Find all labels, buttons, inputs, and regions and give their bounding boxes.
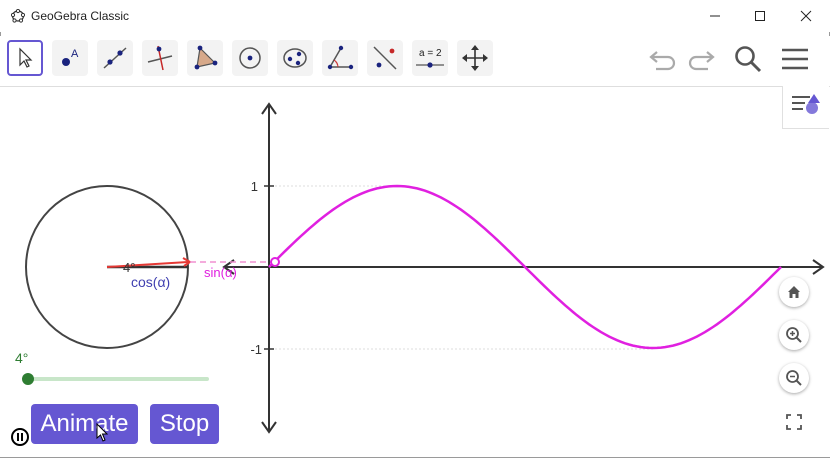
curve-point[interactable] [270, 257, 280, 267]
move-graphics-tool[interactable] [457, 40, 493, 76]
search-button[interactable] [733, 44, 763, 74]
style-bar-icon [792, 94, 820, 114]
zoom-out-button[interactable] [779, 363, 809, 393]
cos-label: cos(α) [131, 274, 170, 290]
maximize-button[interactable] [737, 0, 783, 32]
toolbar: A a = 2 [0, 36, 830, 86]
maximize-icon [755, 11, 765, 21]
perpendicular-line-tool[interactable] [142, 40, 178, 76]
graphics-view[interactable]: 1 -1 4° cos(α) sin(α) 4° [0, 87, 830, 457]
move-tool[interactable] [7, 40, 43, 76]
pause-animation-button[interactable] [11, 428, 29, 446]
reflect-tool[interactable] [367, 40, 403, 76]
reflect-icon [373, 46, 397, 70]
arrow-cursor-icon [19, 47, 33, 68]
y-tick-label-neg1: -1 [250, 342, 262, 357]
zoom-out-icon [786, 370, 802, 386]
circle-center-icon [239, 47, 261, 69]
stop-button[interactable]: Stop [150, 404, 219, 444]
close-icon [800, 10, 812, 22]
title-bar: GeoGebra Classic [0, 0, 830, 32]
window-title: GeoGebra Classic [31, 9, 130, 23]
close-button[interactable] [783, 0, 829, 32]
geogebra-logo-icon [11, 9, 25, 23]
point-icon: A [62, 48, 79, 66]
slider-icon: a = 2 [416, 48, 444, 68]
perpendicular-icon [147, 45, 173, 71]
zoom-in-icon [786, 327, 802, 343]
minimize-icon [710, 15, 720, 17]
search-icon [735, 46, 762, 73]
y-tick-label-1: 1 [251, 179, 258, 194]
slider-knob[interactable] [22, 373, 34, 385]
move-arrows-icon [462, 45, 488, 71]
zoom-in-button[interactable] [779, 320, 809, 350]
fullscreen-icon [786, 414, 802, 430]
home-view-button[interactable] [779, 277, 809, 307]
menu-button[interactable] [780, 44, 810, 74]
slider-tool[interactable]: a = 2 [412, 40, 448, 76]
pause-icon-bar [21, 433, 23, 441]
undo-button[interactable] [648, 44, 678, 74]
minimize-button[interactable] [692, 0, 738, 32]
angle-icon [327, 45, 354, 70]
fullscreen-button[interactable] [779, 407, 809, 437]
point-tool[interactable]: A [52, 40, 88, 76]
undo-icon [649, 51, 676, 71]
sin-label: sin(α) [204, 265, 237, 280]
mouse-cursor-icon [96, 423, 109, 442]
polygon-icon [194, 45, 218, 70]
polygon-tool[interactable] [187, 40, 223, 76]
style-bar-toggle[interactable] [782, 86, 829, 129]
circle-tool[interactable] [232, 40, 268, 76]
pause-icon [17, 433, 19, 441]
svg-text:a = 2: a = 2 [419, 48, 442, 59]
angle-tool[interactable] [322, 40, 358, 76]
line-icon [103, 47, 127, 69]
ellipse-tool[interactable] [277, 40, 313, 76]
slider-value-label: 4° [15, 350, 28, 366]
svg-text:A: A [71, 48, 79, 60]
angle-label: 4° [123, 260, 135, 275]
redo-button[interactable] [686, 44, 716, 74]
home-icon [788, 286, 800, 298]
ellipse-icon [283, 48, 307, 68]
redo-icon [688, 51, 715, 71]
menu-icon [782, 48, 808, 70]
animate-button[interactable]: Animate [31, 404, 138, 444]
line-tool[interactable] [97, 40, 133, 76]
